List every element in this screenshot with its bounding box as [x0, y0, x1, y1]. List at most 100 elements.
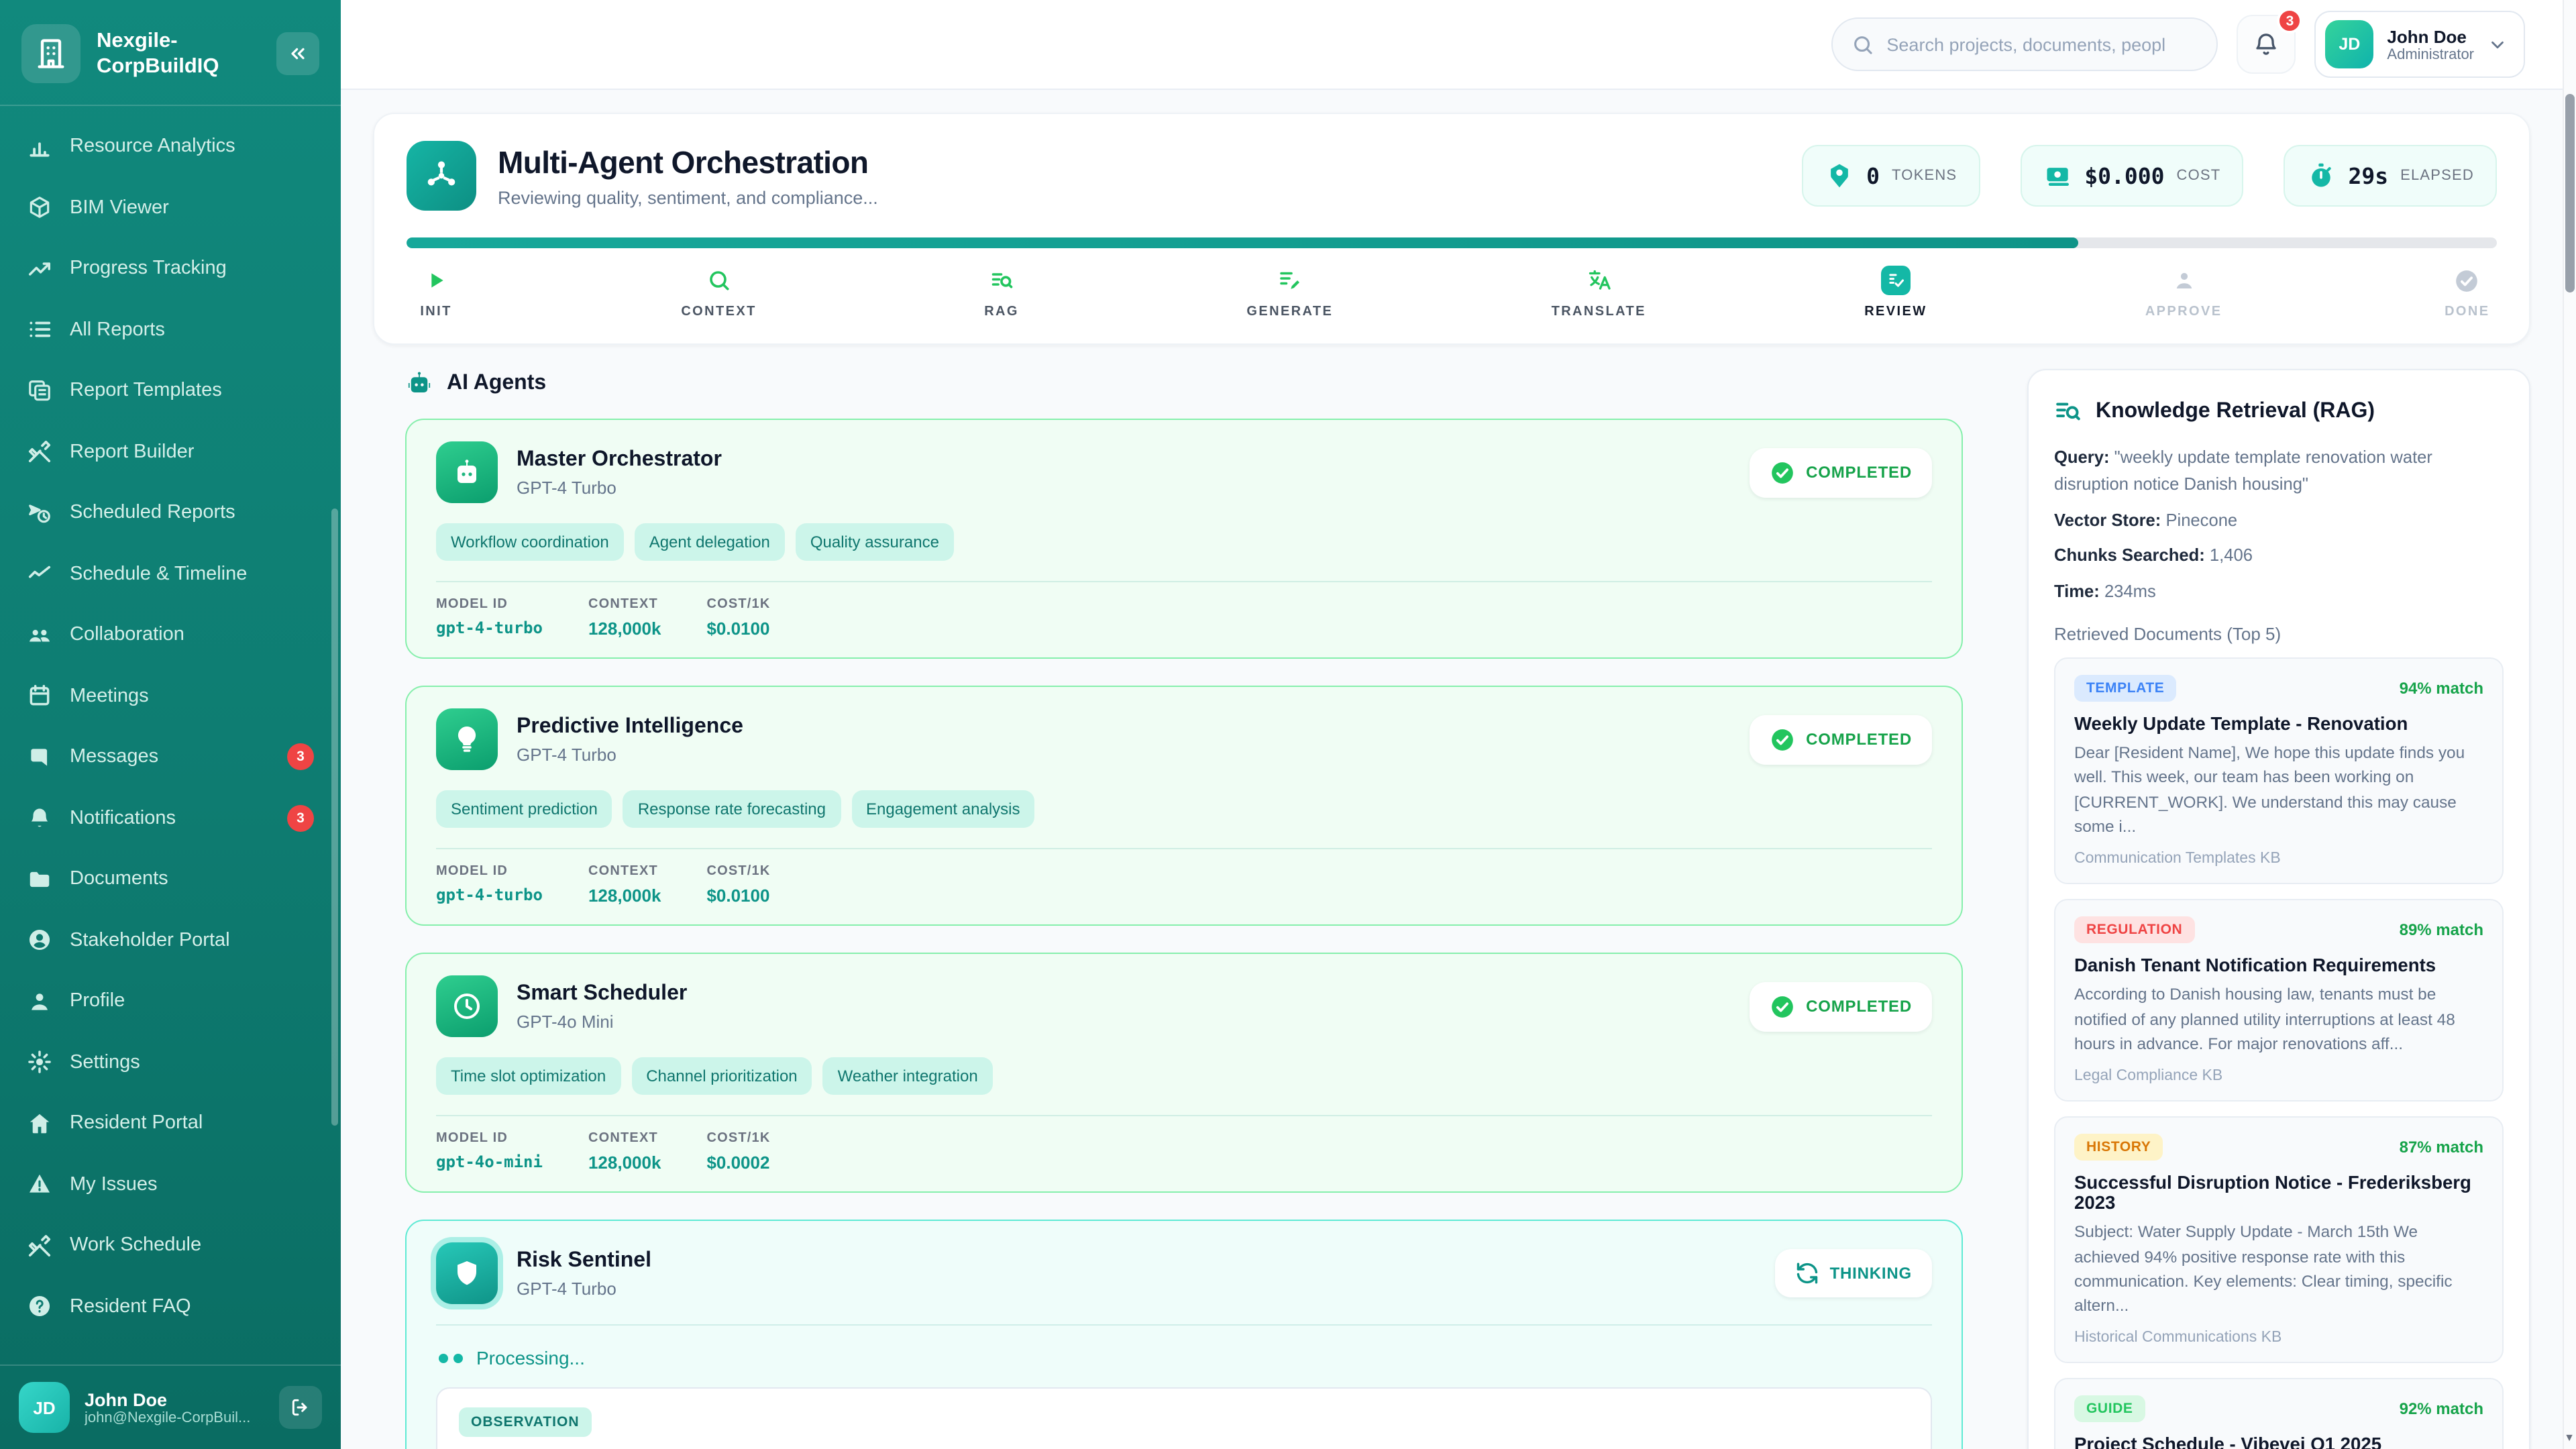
doc-snippet: Dear [Resident Name], We hope this updat… — [2074, 741, 2483, 839]
sidebar-item-resident-faq[interactable]: Resident FAQ — [11, 1279, 330, 1333]
agent-card-master-orchestrator[interactable]: Master Orchestrator GPT-4 Turbo COMPLETE… — [405, 419, 1963, 659]
page-subtitle: Reviewing quality, sentiment, and compli… — [498, 187, 1762, 207]
search-box[interactable] — [1831, 17, 2218, 71]
retrieved-docs-heading: Retrieved Documents (Top 5) — [2054, 624, 2504, 644]
sidebar-item-label: Resident FAQ — [70, 1295, 314, 1317]
agent-name: Master Orchestrator — [517, 447, 722, 472]
logout-icon — [290, 1397, 311, 1418]
rag-vector-store: Vector Store: Pinecone — [2054, 506, 2504, 533]
translate-icon — [1587, 266, 1611, 295]
doc-title: Project Schedule - Vibevej Q1 2025 — [2074, 1435, 2483, 1449]
scroll-down-arrow-icon[interactable]: ▼ — [2563, 1432, 2576, 1444]
sidebar-item-label: Profile — [70, 990, 314, 1012]
model-id-value: gpt-4-turbo — [436, 885, 543, 904]
agents-section-header: AI Agents — [405, 369, 1963, 397]
retrieved-doc-card[interactable]: TEMPLATE 94% match Weekly Update Templat… — [2054, 657, 2504, 884]
sidebar-menu: Resource Analytics BIM Viewer Progress T… — [0, 106, 341, 1364]
sidebar-item-label: All Reports — [70, 319, 314, 340]
match-score: 89% match — [2400, 921, 2483, 940]
tools-icon — [27, 1232, 52, 1258]
doc-title: Successful Disruption Notice - Frederiks… — [2074, 1173, 2483, 1213]
sidebar-item-progress-tracking[interactable]: Progress Tracking — [11, 241, 330, 295]
play-icon — [425, 266, 447, 295]
sidebar-item-messages[interactable]: Messages 3 — [11, 730, 330, 784]
sidebar-item-label: Schedule & Timeline — [70, 563, 314, 584]
status-badge: COMPLETED — [1750, 714, 1932, 764]
stage-generate: GENERATE — [1246, 266, 1333, 319]
context-value: 128,000k — [588, 885, 661, 906]
logout-button[interactable] — [279, 1386, 322, 1429]
refresh-icon — [1795, 1261, 1819, 1285]
context-value: 128,000k — [588, 619, 661, 639]
stage-rag: RAG — [975, 266, 1028, 319]
sidebar-item-meetings[interactable]: Meetings — [11, 669, 330, 722]
check-circle-icon — [1770, 727, 1795, 752]
user-icon — [27, 988, 52, 1014]
workflow-progress-fill — [407, 237, 2079, 248]
divider — [436, 1115, 1932, 1116]
sidebar-item-report-templates[interactable]: Report Templates — [11, 364, 330, 417]
orchestration-network-icon — [407, 141, 476, 211]
user-name: John Doe — [2387, 26, 2474, 46]
retrieved-doc-card[interactable]: HISTORY 87% match Successful Disruption … — [2054, 1116, 2504, 1363]
tag: Engagement analysis — [851, 790, 1035, 828]
sidebar-item-profile[interactable]: Profile — [11, 974, 330, 1028]
list-search-icon — [2054, 397, 2082, 425]
agent-card-predictive-intelligence[interactable]: Predictive Intelligence GPT-4 Turbo COMP… — [405, 686, 1963, 926]
sidebar-item-collaboration[interactable]: Collaboration — [11, 608, 330, 661]
sidebar-item-my-issues[interactable]: My Issues — [11, 1157, 330, 1211]
agent-name: Risk Sentinel — [517, 1248, 651, 1273]
agent-name: Smart Scheduler — [517, 981, 687, 1006]
agent-details: MODEL IDgpt-4o-mini CONTEXT128,000k COST… — [436, 1131, 1932, 1173]
agent-name: Predictive Intelligence — [517, 714, 743, 739]
sidebar-item-documents[interactable]: Documents — [11, 852, 330, 906]
page-scrollbar[interactable]: ▼ — [2563, 0, 2576, 1449]
match-score: 87% match — [2400, 1138, 2483, 1157]
gear-icon — [27, 1049, 52, 1075]
sidebar-item-label: Report Templates — [70, 380, 314, 401]
agent-card-risk-sentinel[interactable]: Risk Sentinel GPT-4 Turbo THINKING Proce… — [405, 1220, 1963, 1449]
user-menu[interactable]: JD John Doe Administrator — [2314, 11, 2525, 78]
sidebar-collapse-button[interactable] — [276, 32, 319, 75]
sidebar-scrollbar-thumb[interactable] — [331, 508, 338, 1126]
sidebar-item-resident-portal[interactable]: Resident Portal — [11, 1096, 330, 1150]
sidebar-item-settings[interactable]: Settings — [11, 1035, 330, 1089]
sidebar-item-resource-analytics[interactable]: Resource Analytics — [11, 119, 330, 173]
sidebar-item-notifications[interactable]: Notifications 3 — [11, 791, 330, 845]
clock-icon — [436, 975, 498, 1037]
stat-cost: $0.000 COST — [2020, 145, 2243, 207]
search-icon — [707, 266, 731, 295]
processing-indicator: Processing... — [439, 1347, 1932, 1368]
app-root: Nexgile-CorpBuildIQ Resource Analytics B… — [0, 0, 2576, 1449]
stat-elapsed: 29s ELAPSED — [2284, 145, 2497, 207]
search-input[interactable] — [1886, 34, 2198, 54]
sidebar-item-bim-viewer[interactable]: BIM Viewer — [11, 180, 330, 234]
sidebar-item-stakeholder-portal[interactable]: Stakeholder Portal — [11, 913, 330, 967]
page-scrollbar-thumb[interactable] — [2565, 94, 2575, 292]
agent-model: GPT-4 Turbo — [517, 1278, 651, 1298]
sidebar-item-label: BIM Viewer — [70, 197, 314, 218]
agent-model: GPT-4o Mini — [517, 1011, 687, 1031]
sidebar-item-work-schedule[interactable]: Work Schedule — [11, 1218, 330, 1272]
retrieved-doc-card[interactable]: REGULATION 89% match Danish Tenant Notif… — [2054, 900, 2504, 1102]
unread-badge: 3 — [287, 743, 314, 770]
banknote-icon — [2043, 161, 2072, 191]
agent-card-smart-scheduler[interactable]: Smart Scheduler GPT-4o Mini COMPLETED Ti… — [405, 953, 1963, 1193]
chevron-down-icon — [2487, 34, 2508, 54]
divider — [436, 581, 1932, 582]
alert-triangle-icon — [27, 1171, 52, 1197]
agent-tags: Time slot optimization Channel prioritiz… — [436, 1057, 1932, 1095]
sidebar-item-scheduled-reports[interactable]: Scheduled Reports — [11, 486, 330, 539]
cost-value: $0.000 — [2084, 163, 2164, 189]
retrieved-doc-card[interactable]: GUIDE 92% match Project Schedule - Vibev… — [2054, 1379, 2504, 1449]
avatar: JD — [2325, 20, 2373, 68]
main-content: Multi-Agent Orchestration Reviewing qual… — [341, 90, 2563, 1449]
sidebar-item-report-builder[interactable]: Report Builder — [11, 425, 330, 478]
sidebar-item-label: Documents — [70, 868, 314, 890]
agent-details: MODEL IDgpt-4-turbo CONTEXT128,000k COST… — [436, 597, 1932, 639]
chevrons-left-icon — [287, 43, 309, 64]
sidebar-item-schedule-timeline[interactable]: Schedule & Timeline — [11, 547, 330, 600]
stage-context: CONTEXT — [681, 266, 756, 319]
sidebar-item-all-reports[interactable]: All Reports — [11, 303, 330, 356]
notifications-button[interactable]: 3 — [2237, 15, 2296, 74]
